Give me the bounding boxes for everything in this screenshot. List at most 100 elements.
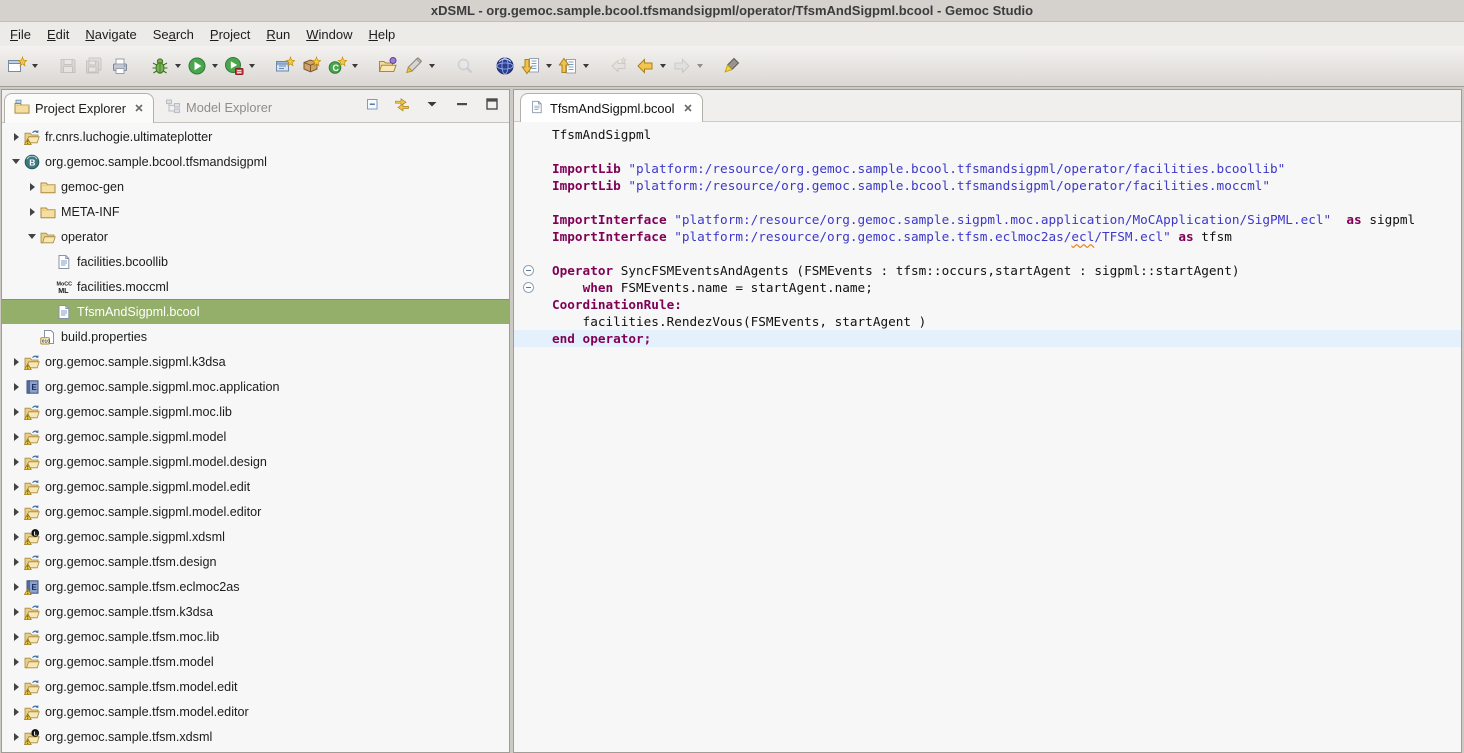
expand-arrow[interactable] <box>8 483 24 491</box>
expand-arrow[interactable] <box>8 733 24 741</box>
tree-item[interactable]: fr.cnrs.luchogie.ultimateplotter <box>2 124 509 149</box>
menu-help[interactable]: Help <box>360 24 403 45</box>
previous-annotation-button[interactable] <box>555 53 581 79</box>
link-with-editor-button[interactable] <box>393 98 411 116</box>
expand-arrow[interactable] <box>8 408 24 416</box>
brush-button[interactable] <box>401 53 427 79</box>
expand-arrow[interactable] <box>8 708 24 716</box>
new-class-button[interactable]: C <box>324 53 350 79</box>
tree-item[interactable]: org.gemoc.sample.sigpml.k3dsa <box>2 349 509 374</box>
tree-item[interactable]: org.gemoc.sample.tfsm.k3dsa <box>2 599 509 624</box>
expand-arrow[interactable] <box>24 208 40 216</box>
code-editor[interactable]: TfsmAndSigpml ImportLib "platform:/resour… <box>514 122 1461 752</box>
menu-search[interactable]: Search <box>145 24 202 45</box>
back-button[interactable] <box>632 53 658 79</box>
tree-item[interactable]: 010build.properties <box>2 324 509 349</box>
run-dropdown-arrow[interactable] <box>212 64 218 68</box>
editor-tab-tfsmandsigpml.bcool[interactable]: TfsmAndSigpml.bcool <box>520 93 703 122</box>
code-line[interactable] <box>514 245 1461 262</box>
project-tree[interactable]: fr.cnrs.luchogie.ultimateplotterBorg.gem… <box>2 123 509 752</box>
code-line[interactable] <box>514 143 1461 160</box>
expand-arrow[interactable] <box>8 508 24 516</box>
new-package-button[interactable] <box>298 53 324 79</box>
tree-item[interactable]: org.gemoc.sample.tfsm.model.editor <box>2 699 509 724</box>
code-line[interactable]: ImportInterface "platform:/resource/org.… <box>514 211 1461 228</box>
fold-collapse-icon[interactable] <box>523 282 534 293</box>
tree-item[interactable]: Eorg.gemoc.sample.sigpml.moc.application <box>2 374 509 399</box>
tree-item[interactable]: Eorg.gemoc.sample.tfsm.eclmoc2as <box>2 574 509 599</box>
previous-annotation-dropdown-arrow[interactable] <box>583 64 589 68</box>
tree-item[interactable]: MoCCMLfacilities.moccml <box>2 274 509 299</box>
code-line[interactable] <box>514 194 1461 211</box>
expand-arrow[interactable] <box>8 458 24 466</box>
tree-item[interactable]: org.gemoc.sample.sigpml.model.editor <box>2 499 509 524</box>
expand-arrow[interactable] <box>8 133 24 141</box>
expand-arrow[interactable] <box>8 608 24 616</box>
tree-item[interactable]: org.gemoc.sample.tfsm.model <box>2 649 509 674</box>
new-wizard-dropdown-arrow[interactable] <box>32 64 38 68</box>
code-line[interactable]: CoordinationRule: <box>514 296 1461 313</box>
code-line[interactable]: facilities.RendezVous(FSMEvents, startAg… <box>514 313 1461 330</box>
tree-item[interactable]: Borg.gemoc.sample.bcool.tfsmandsigpml <box>2 149 509 174</box>
code-line[interactable]: Operator SyncFSMEventsAndAgents (FSMEven… <box>514 262 1461 279</box>
tree-item[interactable]: org.gemoc.sample.sigpml.moc.lib <box>2 399 509 424</box>
tree-item[interactable]: gemoc-gen <box>2 174 509 199</box>
next-annotation-button[interactable] <box>518 53 544 79</box>
highlight-marker-button[interactable] <box>720 53 746 79</box>
tree-item[interactable]: org.gemoc.sample.tfsm.design <box>2 549 509 574</box>
code-line[interactable]: ImportInterface "platform:/resource/org.… <box>514 228 1461 245</box>
tree-item[interactable]: Lorg.gemoc.sample.sigpml.xdsml <box>2 524 509 549</box>
view-tab-model-explorer[interactable]: Model Explorer <box>156 92 281 122</box>
run-last-dropdown-arrow[interactable] <box>249 64 255 68</box>
print-button[interactable] <box>107 53 133 79</box>
new-modeling-project-button[interactable] <box>272 53 298 79</box>
web-browser-button[interactable] <box>492 53 518 79</box>
code-line[interactable]: TfsmAndSigpml <box>514 126 1461 143</box>
view-tab-project-explorer[interactable]: Project Explorer <box>4 93 154 123</box>
run-last-button[interactable] <box>221 53 247 79</box>
expand-arrow[interactable] <box>8 633 24 641</box>
tree-item[interactable]: org.gemoc.sample.sigpml.model.design <box>2 449 509 474</box>
code-line[interactable]: when FSMEvents.name = startAgent.name; <box>514 279 1461 296</box>
debug-dropdown-arrow[interactable] <box>175 64 181 68</box>
code-line-current[interactable]: end operator; <box>514 330 1461 347</box>
expand-arrow[interactable] <box>8 683 24 691</box>
back-dropdown-arrow[interactable] <box>660 64 666 68</box>
tree-item[interactable]: TfsmAndSigpml.bcool <box>2 299 509 324</box>
menu-edit[interactable]: Edit <box>39 24 77 45</box>
new-class-dropdown-arrow[interactable] <box>352 64 358 68</box>
open-wizard-button[interactable] <box>375 53 401 79</box>
close-icon[interactable] <box>683 101 693 116</box>
expand-arrow[interactable] <box>24 183 40 191</box>
menu-file[interactable]: File <box>2 24 39 45</box>
tree-item[interactable]: org.gemoc.sample.tfsm.model.edit <box>2 674 509 699</box>
view-menu-button[interactable] <box>423 98 441 116</box>
tree-item[interactable]: META-INF <box>2 199 509 224</box>
brush-dropdown-arrow[interactable] <box>429 64 435 68</box>
maximize-button[interactable] <box>483 98 501 116</box>
expand-arrow[interactable] <box>8 533 24 541</box>
tree-item[interactable]: org.gemoc.sample.sigpml.model <box>2 424 509 449</box>
tree-item[interactable]: Lorg.gemoc.sample.tfsm.xdsml <box>2 724 509 749</box>
expand-arrow[interactable] <box>8 358 24 366</box>
code-line[interactable]: ImportLib "platform:/resource/org.gemoc.… <box>514 160 1461 177</box>
code-line[interactable]: ImportLib "platform:/resource/org.gemoc.… <box>514 177 1461 194</box>
next-annotation-dropdown-arrow[interactable] <box>546 64 552 68</box>
minimize-button[interactable] <box>453 98 471 116</box>
menu-project[interactable]: Project <box>202 24 258 45</box>
expand-arrow[interactable] <box>8 658 24 666</box>
tree-item[interactable]: operator <box>2 224 509 249</box>
expand-arrow[interactable] <box>8 558 24 566</box>
menu-run[interactable]: Run <box>258 24 298 45</box>
close-icon[interactable] <box>134 101 144 116</box>
expand-arrow[interactable] <box>8 383 24 391</box>
menu-navigate[interactable]: Navigate <box>77 24 144 45</box>
expand-arrow[interactable] <box>24 234 40 239</box>
tree-item[interactable]: facilities.bcoollib <box>2 249 509 274</box>
expand-arrow[interactable] <box>8 433 24 441</box>
expand-arrow[interactable] <box>8 583 24 591</box>
run-button[interactable] <box>184 53 210 79</box>
fold-collapse-icon[interactable] <box>523 265 534 276</box>
expand-arrow[interactable] <box>8 159 24 164</box>
new-wizard-button[interactable] <box>4 53 30 79</box>
